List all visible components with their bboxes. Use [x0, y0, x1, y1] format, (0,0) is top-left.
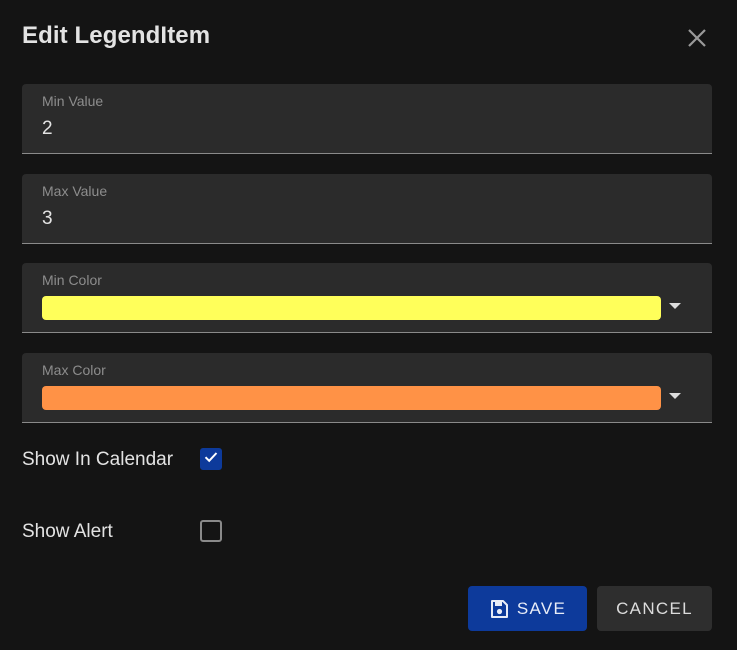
max-value-field[interactable]: Max Value 3: [22, 174, 712, 244]
show-alert-label: Show Alert: [22, 521, 113, 542]
show-in-calendar-checkbox[interactable]: [200, 448, 222, 470]
max-color-swatch: [42, 386, 661, 410]
show-in-calendar-label: Show In Calendar: [22, 449, 174, 470]
max-value-label: Max Value: [42, 183, 108, 199]
cancel-button[interactable]: CANCEL: [597, 586, 712, 631]
dropdown-arrow-icon[interactable]: [669, 393, 681, 399]
dialog-title: Edit LegendItem: [22, 22, 211, 49]
cancel-button-label: CANCEL: [616, 598, 693, 618]
save-icon: [489, 599, 509, 619]
min-color-swatch: [42, 296, 661, 320]
close-icon: [687, 28, 707, 53]
min-value-input[interactable]: 2: [42, 118, 53, 140]
close-button[interactable]: [682, 26, 712, 54]
show-alert-checkbox[interactable]: [200, 520, 222, 542]
dropdown-arrow-icon[interactable]: [669, 303, 681, 309]
max-value-input[interactable]: 3: [42, 208, 53, 230]
edit-legend-item-dialog: Edit LegendItem Min Value 2 Max Value 3 …: [0, 0, 737, 650]
checkmark-icon: [204, 450, 218, 468]
min-color-label: Min Color: [42, 272, 102, 288]
max-color-select[interactable]: Max Color: [22, 353, 712, 423]
save-button[interactable]: SAVE: [468, 586, 587, 631]
min-color-select[interactable]: Min Color: [22, 263, 712, 333]
min-value-field[interactable]: Min Value 2: [22, 84, 712, 154]
max-color-label: Max Color: [42, 362, 106, 378]
save-button-label: SAVE: [516, 598, 567, 618]
min-value-label: Min Value: [42, 93, 104, 109]
